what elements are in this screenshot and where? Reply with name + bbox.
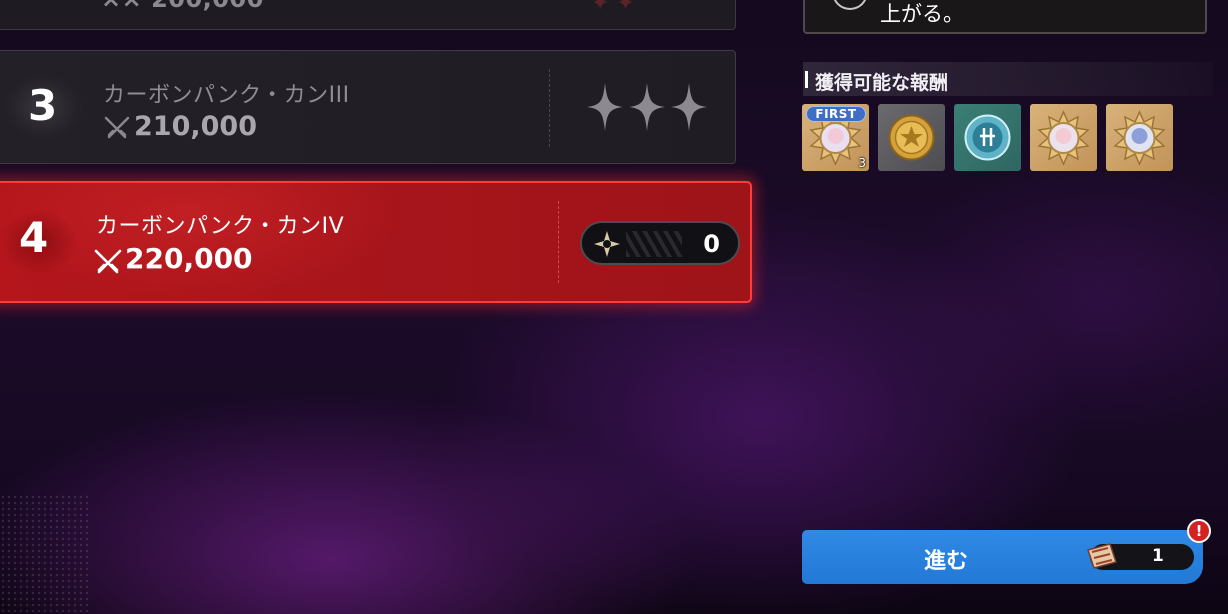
background-dot-pattern [0, 494, 90, 614]
stage-score: ×× 200,000 [101, 0, 264, 13]
ticket-icon [1087, 543, 1117, 569]
compass-emblem-icon [594, 231, 620, 257]
star-icon [671, 83, 707, 131]
reward-item-2[interactable] [878, 104, 945, 171]
crossed-swords-icon [104, 116, 130, 139]
reward-item-1[interactable]: FIRST 3 [802, 104, 869, 171]
reward-count: 3 [858, 156, 866, 170]
stage-title: カーボンパンク・カンIII [103, 83, 350, 108]
reward-item-5[interactable] [1106, 104, 1173, 171]
ticket-counter: 1 [1087, 543, 1194, 570]
row-divider [549, 69, 550, 147]
alert-badge: ! [1187, 519, 1211, 543]
row-divider [558, 201, 559, 283]
proceed-label: 進む [924, 549, 969, 574]
stage-description-box: 上がる。 [803, 0, 1207, 34]
stage-row-2[interactable]: ×× 200,000 ✦ ✦ [0, 0, 736, 30]
rewards-header: 獲得可能な報酬 [803, 62, 1213, 96]
stage-stars: ✦ ✦ [591, 0, 635, 16]
reward-item-3[interactable] [954, 104, 1021, 171]
proceed-button[interactable]: 進む 1 [802, 530, 1203, 584]
stage-number: 4 [19, 213, 49, 262]
star-icon [629, 83, 665, 131]
stage-row-4-selected[interactable]: 4 カーボンパンク・カンIV 220,000 0 [0, 181, 752, 303]
stage-number: 3 [28, 81, 58, 130]
stage-stars [585, 81, 709, 133]
stage-title: カーボンパンク・カンIV [96, 214, 345, 239]
rewards-header-label: 獲得可能な報酬 [815, 72, 949, 94]
medal-count: 0 [703, 230, 720, 258]
stage-score: 220,000 [125, 242, 253, 275]
ticket-count: 1 [1152, 546, 1164, 566]
reward-item-4[interactable] [1030, 104, 1097, 171]
first-clear-badge: FIRST [806, 106, 866, 122]
gold-coin-icon [888, 114, 935, 161]
crossed-swords-icon [94, 249, 122, 274]
crystal-orb-icon [964, 114, 1011, 161]
stage-row-3[interactable]: 3 カーボンパンク・カンIII 210,000 [0, 50, 736, 164]
character-medal-icon [1113, 110, 1166, 166]
info-circle-icon [832, 0, 868, 10]
character-medal-icon [1037, 110, 1090, 166]
stage-score: 210,000 [134, 111, 257, 142]
medal-counter: 0 [580, 221, 740, 265]
triangle-pattern [626, 231, 682, 257]
header-accent-bar [805, 71, 808, 88]
description-text: 上がる。 [880, 2, 964, 26]
star-icon [587, 83, 623, 131]
